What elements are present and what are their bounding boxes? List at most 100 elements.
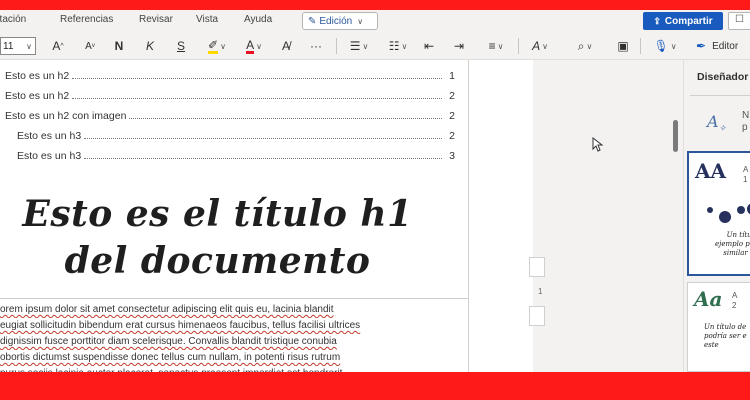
body-line: eugiat sollicitudin bibendum erat cursus… bbox=[0, 320, 361, 331]
italic-label: K bbox=[145, 39, 154, 53]
clear-format-button[interactable]: A̸ bbox=[278, 37, 294, 55]
separator bbox=[518, 38, 519, 54]
more-options-button[interactable]: ··· bbox=[306, 37, 326, 55]
highlighter-icon: ✐ bbox=[208, 37, 219, 54]
decor-dot bbox=[719, 211, 731, 223]
toc-entry-text: Esto es un h3 bbox=[17, 150, 82, 162]
preview-line: Un título de bbox=[704, 323, 747, 331]
bold-button[interactable]: N bbox=[112, 37, 126, 55]
separator bbox=[640, 38, 641, 54]
design-card-1[interactable]: AA A 1 Un títul ejemplo pe similar c bbox=[687, 151, 750, 276]
share-label: Compartir bbox=[664, 15, 713, 27]
section-divider bbox=[0, 298, 468, 299]
ribbon-tabs: ntación Referencias Revisar Vista Ayuda … bbox=[0, 10, 750, 32]
designer-icon: ▣ bbox=[617, 39, 629, 53]
body-line: orem ipsum dolor sit amet consectetur ad… bbox=[0, 304, 334, 315]
toc-leader bbox=[72, 98, 442, 99]
chevron-down-icon: ∨ bbox=[26, 41, 32, 51]
shrink-font-label: A bbox=[85, 40, 92, 52]
microphone-icon: 🎙 bbox=[653, 39, 669, 53]
design-card-preview-text: Un título de podría ser e este bbox=[704, 323, 747, 350]
page-thumb[interactable] bbox=[529, 306, 545, 326]
find-button[interactable]: ⌕ ∨ bbox=[570, 37, 600, 55]
font-size-select[interactable]: 11 ∨ bbox=[0, 37, 36, 55]
toc-page-number: 3 bbox=[449, 150, 455, 162]
mouse-cursor-icon bbox=[592, 137, 604, 152]
body-paragraph[interactable]: orem ipsum dolor sit amet consectetur ad… bbox=[0, 302, 462, 382]
bullets-button[interactable]: ☰ ∨ bbox=[344, 37, 374, 55]
decrease-indent-button[interactable]: ⇤ bbox=[420, 37, 438, 55]
canvas-side-area bbox=[533, 60, 683, 372]
grow-font-button[interactable]: A ^ bbox=[50, 37, 66, 55]
document-title-line-2[interactable]: del documento bbox=[0, 240, 435, 282]
edit-mode-label: Edición bbox=[319, 15, 353, 27]
toc-entry[interactable]: Esto es un h2 1 bbox=[5, 66, 455, 82]
highlight-button[interactable]: ✐ ∨ bbox=[202, 37, 232, 55]
chevron-down-icon: ∨ bbox=[586, 41, 593, 51]
share-button[interactable]: ⇪ Compartir bbox=[643, 12, 723, 30]
font-color-button[interactable]: A ∨ bbox=[240, 37, 268, 55]
tab-referencias[interactable]: Referencias bbox=[60, 14, 113, 25]
align-button[interactable]: ≡ ∨ bbox=[481, 37, 511, 55]
editor-button[interactable]: ✒ Editor bbox=[696, 37, 750, 55]
designer-hint-text: N p bbox=[742, 110, 749, 134]
decor-dot bbox=[707, 207, 713, 213]
design-card-tag: A bbox=[732, 291, 738, 300]
tab-diseno[interactable]: ntación bbox=[0, 14, 26, 25]
tab-ayuda[interactable]: Ayuda bbox=[244, 14, 272, 25]
toc-entry[interactable]: Esto es un h3 3 bbox=[17, 146, 455, 162]
comments-button[interactable]: ☐ bbox=[728, 12, 750, 30]
separator bbox=[336, 38, 337, 54]
design-card-number: 2 bbox=[732, 301, 737, 310]
document-title-line-1[interactable]: Esto es el título h1 bbox=[0, 193, 435, 235]
tab-revisar[interactable]: Revisar bbox=[139, 14, 173, 25]
vertical-scrollbar[interactable] bbox=[673, 120, 678, 152]
chevron-down-icon: ∨ bbox=[401, 41, 408, 51]
italic-button[interactable]: K bbox=[143, 37, 157, 55]
shrink-font-button[interactable]: Av bbox=[82, 37, 98, 55]
underline-button[interactable]: S bbox=[174, 37, 188, 55]
editor-pen-icon: ✒ bbox=[696, 39, 707, 53]
preview-line: podría ser e bbox=[704, 332, 747, 340]
bullet-list-icon: ☰ bbox=[349, 39, 361, 53]
toc-leader bbox=[72, 78, 442, 79]
numbered-list-icon: ☷ bbox=[388, 39, 400, 53]
chevron-down-icon: ∨ bbox=[256, 41, 262, 51]
font-color-icon: A bbox=[246, 37, 255, 54]
ribbon-toolbar: 11 ∨ A ^ Av N K S ✐ ∨ A ∨ A̸ ··· ☰ ∨ ☷ ∨ ⇤ … bbox=[0, 32, 750, 60]
page-thumb[interactable] bbox=[529, 257, 545, 277]
body-line: obortis dictumst suspendisse donec tellu… bbox=[0, 352, 341, 363]
designer-button[interactable]: ▣ bbox=[614, 37, 632, 55]
toc-leader bbox=[84, 158, 442, 159]
align-icon: ≡ bbox=[488, 39, 496, 53]
share-icon: ⇪ bbox=[653, 15, 661, 26]
clear-format-icon: A̸ bbox=[281, 39, 290, 53]
chevron-down-icon: ∨ bbox=[357, 16, 364, 26]
page-indicator: 1 bbox=[538, 287, 543, 296]
page-gutter bbox=[469, 60, 533, 372]
toc-entry-text: Esto es un h2 bbox=[5, 90, 70, 102]
preview-line: este bbox=[704, 341, 719, 349]
comment-icon: ☐ bbox=[735, 14, 744, 25]
body-line: dignissim fusce porttitor diam scelerisq… bbox=[0, 336, 337, 347]
designer-pane-title: Diseñador bbox=[697, 71, 749, 83]
edit-mode-dropdown[interactable]: ✎ Edición ∨ bbox=[302, 12, 378, 30]
toc-entry[interactable]: Esto es un h2 2 bbox=[5, 86, 455, 102]
designer-ideas-icon: A✧ bbox=[707, 112, 727, 135]
tab-vista[interactable]: Vista bbox=[196, 14, 218, 25]
dictate-button[interactable]: 🎙 ∨ bbox=[650, 37, 680, 55]
styles-button[interactable]: A ∨ bbox=[526, 37, 554, 55]
toc-entry[interactable]: Esto es un h3 2 bbox=[17, 126, 455, 142]
chevron-down-icon: ∨ bbox=[497, 41, 504, 51]
design-card-font-preview: AA bbox=[695, 159, 727, 183]
preview-line: similar c bbox=[723, 249, 750, 257]
numbering-button[interactable]: ☷ ∨ bbox=[383, 37, 413, 55]
pane-divider bbox=[690, 95, 750, 96]
top-red-border bbox=[0, 0, 750, 10]
increase-indent-button[interactable]: ⇥ bbox=[450, 37, 468, 55]
design-card-2[interactable]: Aa A 2 Un título de podría ser e este bbox=[687, 282, 750, 372]
font-size-value: 11 bbox=[3, 40, 14, 52]
toc-entry[interactable]: Esto es un h2 con imagen 2 bbox=[5, 106, 455, 122]
search-icon: ⌕ bbox=[577, 38, 585, 53]
preview-line: ejemplo pe bbox=[715, 240, 750, 248]
